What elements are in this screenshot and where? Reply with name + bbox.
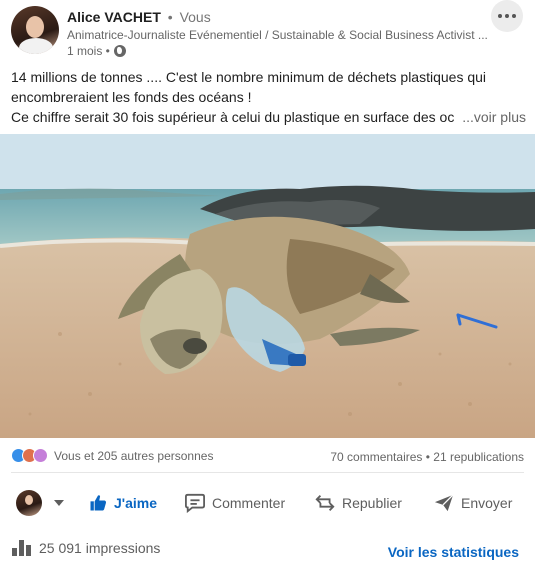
author-line: Alice VACHET • Vous (67, 9, 211, 25)
comments-reposts-count[interactable]: 70 commentaires • 21 republications (330, 450, 524, 464)
send-label: Envoyer (461, 495, 513, 511)
social-counts: Vous et 205 autres personnes 70 commenta… (11, 446, 524, 466)
send-icon (434, 494, 454, 512)
post-text-line: 14 millions de tonnes .... C'est le nomb… (11, 69, 487, 85)
insightful-reaction-icon (33, 448, 48, 463)
author-relation: Vous (179, 9, 211, 25)
impressions: 25 091 impressions (12, 540, 160, 556)
see-more-link[interactable]: ...voir plus (462, 107, 526, 127)
like-button[interactable]: J'aime (88, 480, 157, 526)
post-text-line: encombreraient les fonds des océans ! (11, 89, 252, 105)
repost-button[interactable]: Republier (314, 480, 402, 526)
feed-post-card: Alice VACHET • Vous Animatrice-Journalis… (0, 0, 535, 573)
avatar (16, 490, 42, 516)
post-meta: 1 mois • (67, 44, 126, 58)
like-label: J'aime (114, 495, 158, 511)
view-stats-link[interactable]: Voir les statistiques (388, 544, 519, 560)
chevron-down-icon (54, 500, 64, 506)
author-name[interactable]: Alice VACHET (67, 9, 161, 25)
comment-icon (185, 493, 205, 513)
author-separator: • (167, 9, 173, 25)
action-bar: J'aime Commenter Republier Envoyer (0, 480, 535, 526)
divider (11, 472, 524, 473)
analytics-footer: 25 091 impressions Voir les statistiques (0, 536, 535, 566)
post-text: 14 millions de tonnes .... C'est le nomb… (11, 67, 526, 127)
post-text-line-last: Ce chiffre serait 30 fois supérieur à ce… (11, 107, 526, 127)
like-icon (90, 495, 106, 511)
comment-button[interactable]: Commenter (184, 480, 285, 526)
reactions-summary[interactable]: Vous et 205 autres personnes (11, 448, 213, 463)
more-options-icon[interactable] (491, 0, 523, 32)
author-headline: Animatrice-Journaliste Evénementiel / Su… (67, 28, 487, 42)
post-text-line: Ce chiffre serait 30 fois supérieur à ce… (11, 109, 455, 125)
post-image[interactable] (0, 134, 535, 438)
send-button[interactable]: Envoyer (433, 480, 512, 526)
chart-bars-icon (12, 540, 31, 556)
post-time: 1 mois • (67, 44, 110, 58)
repost-label: Republier (342, 495, 402, 511)
actor-switch-button[interactable] (16, 480, 64, 526)
comment-label: Commenter (212, 495, 286, 511)
author-avatar[interactable] (11, 6, 59, 54)
globe-icon (113, 45, 126, 57)
repost-icon (315, 495, 335, 511)
sea-turtle-plastic-photo (0, 134, 535, 438)
impressions-count: 25 091 impressions (39, 540, 161, 556)
reactions-count[interactable]: Vous et 205 autres personnes (54, 449, 213, 463)
